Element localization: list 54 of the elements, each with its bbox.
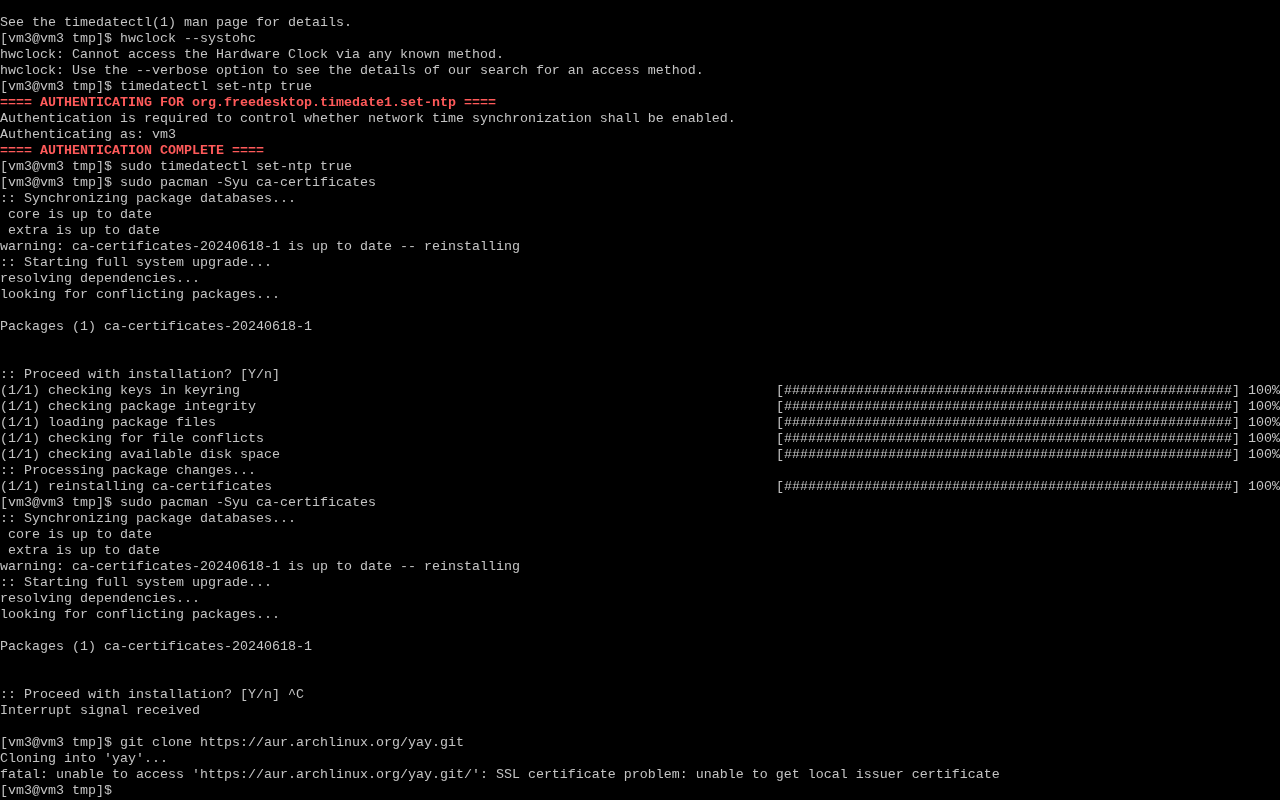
- terminal-line: looking for conflicting packages...: [0, 287, 280, 303]
- progress-label: (1/1) loading package files: [0, 415, 217, 431]
- terminal-line: hwclock: Cannot access the Hardware Clock via any known method.: [0, 47, 504, 63]
- progress-bar-text: [########################################################]: [776, 479, 1240, 495]
- progress-percent: 100%: [1247, 447, 1280, 463]
- terminal-line: [vm3@vm3 tmp]$: [0, 783, 112, 799]
- terminal-line: extra is up to date: [7, 223, 160, 239]
- terminal-line: resolving dependencies...: [0, 271, 200, 287]
- terminal-line: :: Starting full system upgrade...: [0, 575, 272, 591]
- terminal-line: looking for conflicting packages...: [0, 607, 280, 623]
- terminal-line: Packages (1) ca-certificates-20240618-1: [0, 319, 312, 335]
- progress-label: (1/1) checking available disk space: [0, 447, 281, 463]
- terminal-line: :: Synchronizing package databases...: [0, 511, 296, 527]
- terminal-line: :: Processing package changes...: [0, 463, 256, 479]
- terminal-line: Authenticating as: vm3: [0, 127, 176, 143]
- terminal-line: core is up to date: [7, 207, 152, 223]
- terminal-line: [vm3@vm3 tmp]$ sudo pacman -Syu ca-certificates: [0, 175, 376, 191]
- terminal-line: core is up to date: [7, 527, 152, 543]
- terminal-line: extra is up to date: [7, 543, 160, 559]
- progress-percent: 100%: [1247, 431, 1280, 447]
- progress-bar-text: [########################################################]: [776, 447, 1240, 463]
- terminal-line: ==== AUTHENTICATION COMPLETE ====: [0, 143, 264, 159]
- progress-percent: 100%: [1247, 479, 1280, 495]
- terminal-line: Packages (1) ca-certificates-20240618-1: [0, 639, 312, 655]
- terminal-line: [vm3@vm3 tmp]$ sudo pacman -Syu ca-certificates: [0, 495, 376, 511]
- progress-bar-text: [########################################################]: [776, 383, 1240, 399]
- progress-bar-text: [########################################################]: [776, 431, 1240, 447]
- terminal-line: :: Starting full system upgrade...: [0, 255, 272, 271]
- progress-label: (1/1) checking for file conflicts: [0, 431, 265, 447]
- progress-percent: 100%: [1247, 399, 1280, 415]
- terminal-line: :: Proceed with installation? [Y/n] ^C: [0, 687, 304, 703]
- terminal-line: hwclock: Use the --verbose option to see the details of our search for an access method.: [0, 63, 704, 79]
- terminal-line: warning: ca-certificates-20240618-1 is up to date -- reinstalling: [0, 239, 520, 255]
- terminal-line: resolving dependencies...: [0, 591, 200, 607]
- terminal-line: [vm3@vm3 tmp]$ git clone https://aur.archlinux.org/yay.git: [0, 735, 464, 751]
- terminal-line: [vm3@vm3 tmp]$ sudo timedatectl set-ntp true: [0, 159, 352, 175]
- terminal-line: Authentication is required to control whether network time synchronization shall be enabled.: [0, 111, 736, 127]
- terminal-line: fatal: unable to access 'https://aur.archlinux.org/yay.git/': SSL certificate problem: unable to get local issuer certificate: [0, 767, 1000, 783]
- terminal-line: :: Proceed with installation? [Y/n]: [0, 367, 280, 383]
- progress-percent: 100%: [1247, 383, 1280, 399]
- progress-label: (1/1) checking package integrity: [0, 399, 257, 415]
- progress-percent: 100%: [1247, 415, 1280, 431]
- terminal-line: warning: ca-certificates-20240618-1 is up to date -- reinstalling: [0, 559, 520, 575]
- terminal-line: Interrupt signal received: [0, 703, 200, 719]
- progress-bar-text: [########################################################]: [776, 399, 1240, 415]
- progress-label: (1/1) checking keys in keyring: [0, 383, 241, 399]
- progress-bar-text: [########################################################]: [776, 415, 1240, 431]
- terminal-line: [vm3@vm3 tmp]$ timedatectl set-ntp true: [0, 79, 312, 95]
- terminal-line: [vm3@vm3 tmp]$ hwclock --systohc: [0, 31, 256, 47]
- terminal-line: Cloning into 'yay'...: [0, 751, 168, 767]
- terminal-line: :: Synchronizing package databases...: [0, 191, 296, 207]
- progress-label: (1/1) reinstalling ca-certificates: [0, 479, 273, 495]
- terminal-line: ==== AUTHENTICATING FOR org.freedesktop.timedate1.set-ntp ====: [0, 95, 496, 111]
- terminal-line: See the timedatectl(1) man page for details.: [0, 15, 352, 31]
